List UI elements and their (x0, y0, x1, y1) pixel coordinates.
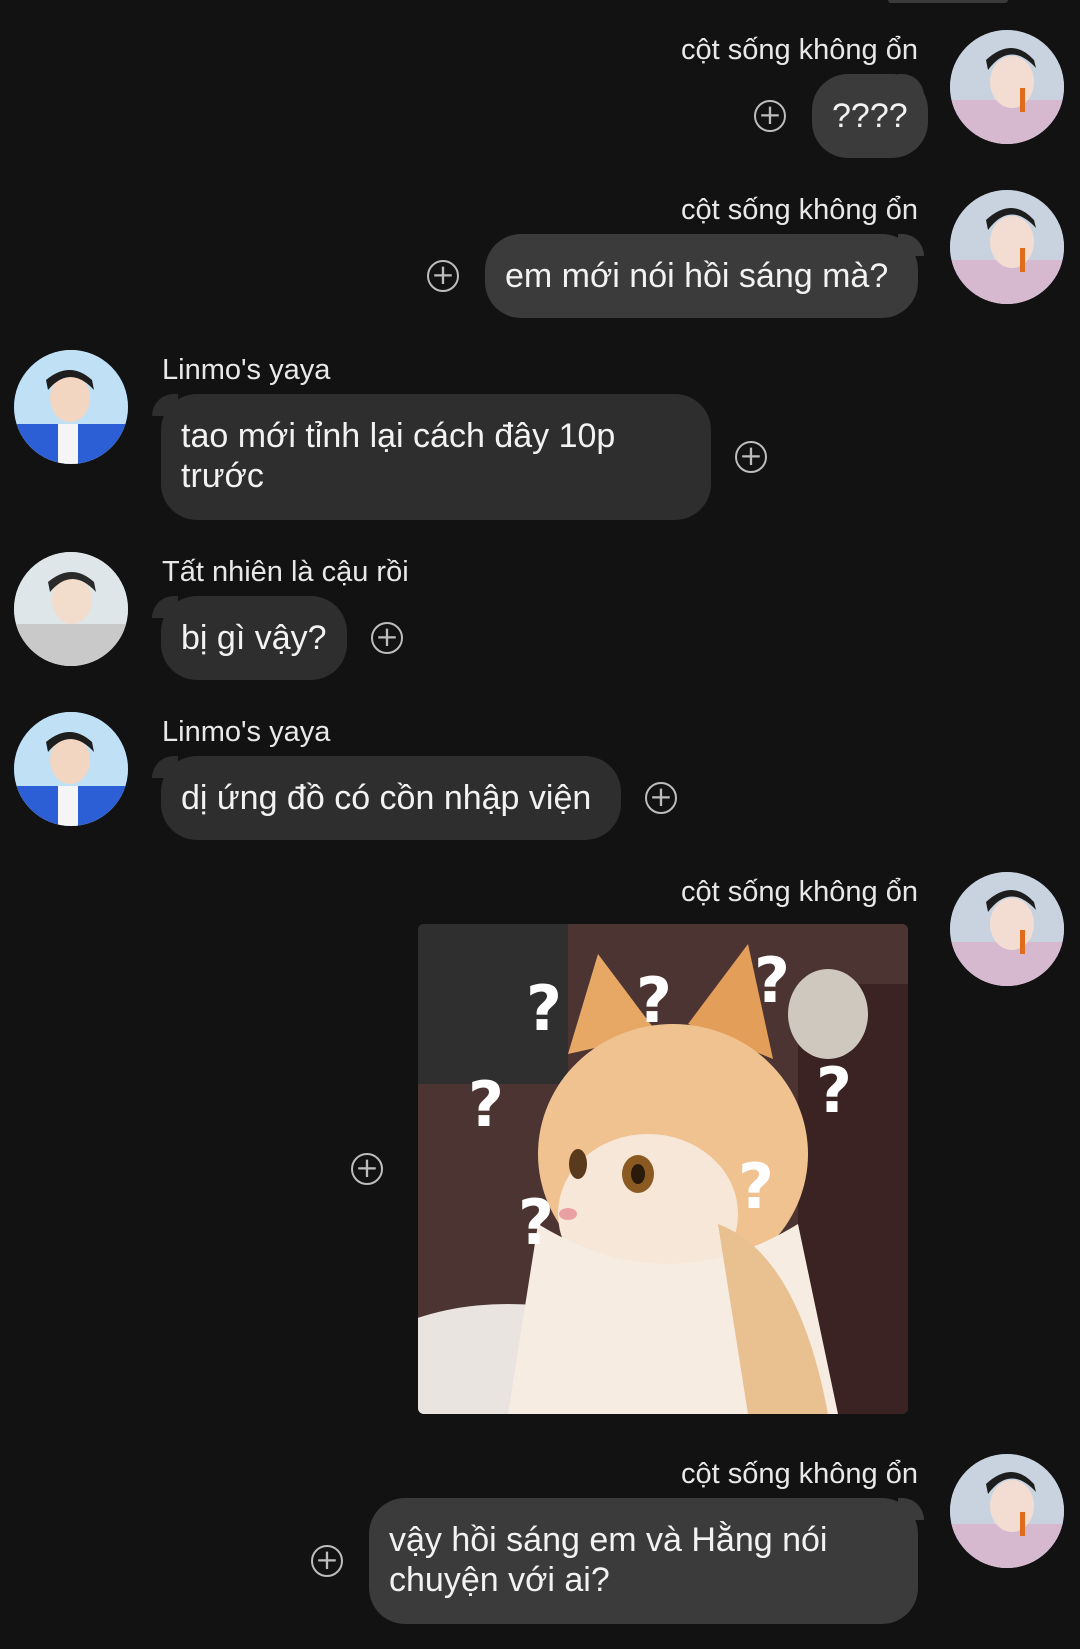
top-divider (888, 0, 1008, 3)
profile-photo-icon (950, 190, 1064, 304)
sender-name: Tất nhiên là cậu rồi (162, 556, 409, 588)
add-reaction-icon[interactable]: + (371, 622, 403, 654)
avatar[interactable] (950, 30, 1064, 144)
avatar[interactable] (950, 1454, 1064, 1568)
profile-photo-icon (950, 872, 1064, 986)
question-mark: ? (738, 1150, 774, 1223)
message-bubble[interactable]: tao mới tỉnh lại cách đây 10p trước (161, 394, 711, 520)
avatar[interactable] (14, 552, 128, 666)
question-mark: ? (526, 972, 562, 1045)
add-reaction-icon[interactable]: + (645, 782, 677, 814)
sender-name: cột sống không ổn (680, 1458, 918, 1490)
image-attachment[interactable]: ? ? ? ? ? ? ? (418, 924, 908, 1414)
profile-photo-icon (14, 552, 128, 666)
profile-photo-icon (14, 350, 128, 464)
question-mark: ? (468, 1068, 504, 1141)
message-bubble[interactable]: vậy hồi sáng em và Hằng nói chuyện với a… (369, 1498, 918, 1624)
sender-name: cột sống không ổn (680, 34, 918, 66)
question-mark: ? (636, 964, 672, 1037)
profile-photo-icon (950, 30, 1064, 144)
message-bubble[interactable]: bị gì vậy? (161, 596, 347, 680)
message-bubble[interactable]: ???? (812, 74, 928, 158)
avatar[interactable] (950, 190, 1064, 304)
question-mark: ? (518, 1186, 554, 1259)
sender-name: Linmo's yaya (162, 354, 331, 386)
avatar[interactable] (14, 350, 128, 464)
add-reaction-icon[interactable]: + (311, 1545, 343, 1577)
add-reaction-icon[interactable]: + (735, 441, 767, 473)
message-bubble[interactable]: dị ứng đồ có cồn nhập viện (161, 756, 621, 840)
add-reaction-icon[interactable]: + (754, 100, 786, 132)
message-bubble[interactable]: em mới nói hồi sáng mà? (485, 234, 918, 318)
add-reaction-icon[interactable]: + (351, 1153, 383, 1185)
sender-name: Linmo's yaya (162, 716, 331, 748)
sender-name: cột sống không ổn (680, 876, 918, 908)
profile-photo-icon (950, 1454, 1064, 1568)
profile-photo-icon (14, 712, 128, 826)
question-mark: ? (816, 1054, 852, 1127)
add-reaction-icon[interactable]: + (427, 260, 459, 292)
avatar[interactable] (950, 872, 1064, 986)
sender-name: cột sống không ổn (680, 194, 918, 226)
question-mark: ? (754, 944, 790, 1017)
avatar[interactable] (14, 712, 128, 826)
